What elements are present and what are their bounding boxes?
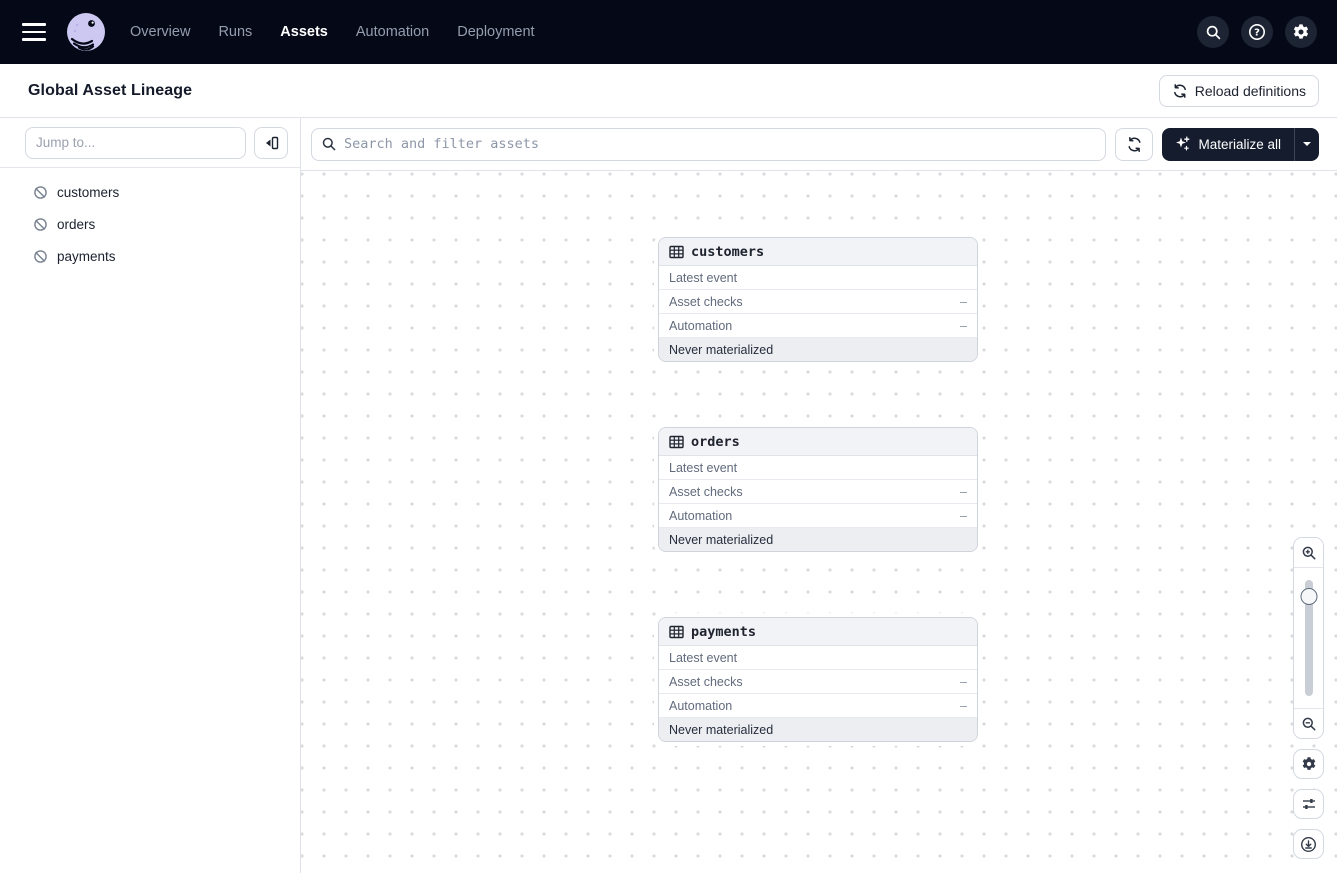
automation-row: Automation – — [659, 694, 977, 718]
zoom-slider[interactable] — [1294, 568, 1323, 708]
asset-node-customers[interactable]: customers Latest event Asset checks – Aut… — [658, 237, 978, 362]
asset-node-name: payments — [691, 623, 757, 640]
materialize-all-label: Materialize all — [1198, 136, 1281, 152]
automation-row: Automation – — [659, 504, 977, 528]
search-icon — [322, 137, 336, 150]
zoom-slider-knob[interactable] — [1300, 588, 1317, 605]
status-none-icon — [34, 217, 47, 231]
status-none-icon — [34, 185, 47, 199]
caret-down-icon — [1303, 142, 1311, 146]
status-none-icon — [34, 249, 47, 263]
nav-overview[interactable]: Overview — [130, 24, 190, 40]
asset-node-orders[interactable]: orders Latest event Asset checks – Automa… — [658, 427, 978, 552]
asset-sidebar: customers orders payments — [0, 118, 301, 873]
asset-checks-row: Asset checks – — [659, 290, 977, 314]
nav-assets[interactable]: Assets — [280, 24, 328, 40]
sparkle-icon — [1176, 136, 1190, 151]
lineage-graph[interactable]: customers Latest event Asset checks – Aut… — [301, 171, 1337, 873]
page-header: Global Asset Lineage Reload definitions — [0, 64, 1337, 118]
asset-node-header: payments — [659, 618, 977, 646]
top-navigation: Overview Runs Assets Automation Deployme… — [0, 0, 1337, 64]
asset-node-name: customers — [691, 243, 765, 260]
filters-icon[interactable] — [1293, 789, 1324, 819]
sidebar-item-orders[interactable]: orders — [0, 208, 300, 240]
asset-checks-row: Asset checks – — [659, 670, 977, 694]
reload-definitions-button[interactable]: Reload definitions — [1158, 74, 1319, 107]
help-icon[interactable]: ? — [1241, 16, 1273, 48]
nav-deployment[interactable]: Deployment — [457, 24, 534, 40]
materialize-split-button: Materialize all — [1162, 127, 1319, 161]
page-title: Global Asset Lineage — [28, 81, 193, 99]
search-icon[interactable] — [1197, 16, 1229, 48]
search-assets-input[interactable] — [311, 127, 1107, 161]
zoom-out-icon[interactable] — [1294, 708, 1323, 738]
materialize-all-button[interactable]: Materialize all — [1162, 128, 1294, 161]
status-badge: Never materialized — [659, 338, 977, 361]
graph-zoom-controls — [1293, 537, 1324, 859]
lineage-toolbar: Materialize all — [301, 118, 1337, 171]
asset-name: customers — [57, 184, 120, 200]
zoom-in-icon[interactable] — [1294, 538, 1323, 568]
collapse-panel-icon[interactable] — [254, 126, 288, 159]
latest-event-row: Latest event — [659, 646, 977, 670]
reload-definitions-label: Reload definitions — [1194, 82, 1306, 99]
materialize-dropdown-button[interactable] — [1294, 127, 1319, 161]
asset-list: customers orders payments — [0, 168, 300, 280]
asset-checks-row: Asset checks – — [659, 480, 977, 504]
status-badge: Never materialized — [659, 718, 977, 741]
reload-icon — [1173, 83, 1186, 98]
asset-name: payments — [57, 248, 116, 264]
svg-text:?: ? — [1254, 28, 1260, 39]
table-icon — [669, 245, 684, 258]
jump-to-input[interactable] — [25, 126, 246, 159]
dagster-logo[interactable] — [66, 12, 106, 52]
menu-icon[interactable] — [22, 20, 46, 44]
status-badge: Never materialized — [659, 528, 977, 551]
asset-node-header: customers — [659, 238, 977, 266]
latest-event-row: Latest event — [659, 456, 977, 480]
asset-name: orders — [57, 216, 96, 232]
lineage-canvas-panel: Materialize all customers Latest event A… — [301, 118, 1337, 873]
sidebar-item-payments[interactable]: payments — [0, 240, 300, 272]
recenter-icon[interactable] — [1293, 829, 1324, 859]
asset-node-header: orders — [659, 428, 977, 456]
table-icon — [669, 625, 684, 638]
settings-icon[interactable] — [1285, 16, 1317, 48]
asset-node-payments[interactable]: payments Latest event Asset checks – Auto… — [658, 617, 978, 742]
nav-runs[interactable]: Runs — [218, 24, 252, 40]
refresh-icon[interactable] — [1115, 127, 1154, 161]
latest-event-row: Latest event — [659, 266, 977, 290]
asset-node-name: orders — [691, 433, 740, 450]
table-icon — [669, 435, 684, 448]
graph-settings-icon[interactable] — [1293, 749, 1324, 779]
automation-row: Automation – — [659, 314, 977, 338]
nav-automation[interactable]: Automation — [356, 24, 429, 40]
sidebar-item-customers[interactable]: customers — [0, 176, 300, 208]
primary-nav: Overview Runs Assets Automation Deployme… — [130, 24, 535, 40]
